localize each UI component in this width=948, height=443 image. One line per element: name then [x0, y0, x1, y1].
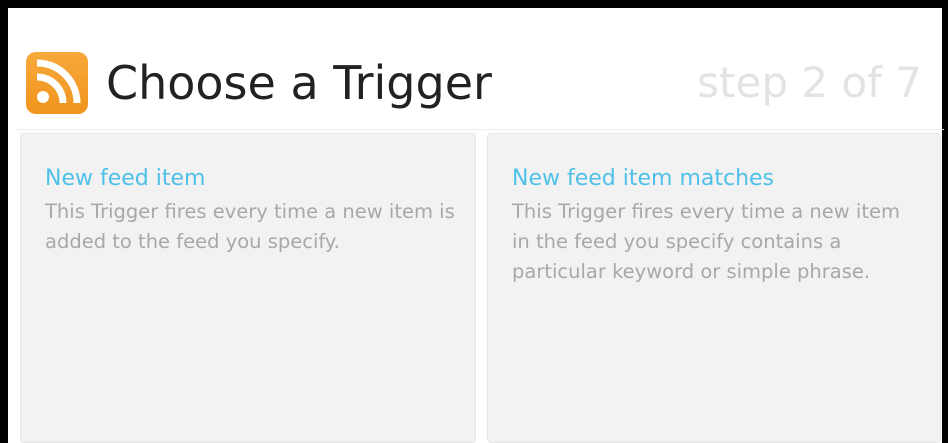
trigger-option-new-feed-item-matches[interactable]: New feed item matches This Trigger fires…	[487, 133, 941, 443]
trigger-option-new-feed-item[interactable]: New feed item This Trigger fires every t…	[20, 133, 476, 443]
page-header: Choose a Trigger step 2 of 7	[26, 46, 926, 116]
header-divider	[16, 129, 944, 130]
trigger-description: This Trigger fires every time a new item…	[45, 200, 455, 253]
trigger-title[interactable]: New feed item	[45, 164, 205, 194]
step-indicator: step 2 of 7	[697, 58, 922, 107]
page-title: Choose a Trigger	[106, 56, 492, 110]
trigger-description: This Trigger fires every time a new item…	[512, 200, 900, 283]
rss-feed-icon	[26, 52, 88, 114]
trigger-title[interactable]: New feed item matches	[512, 164, 774, 194]
